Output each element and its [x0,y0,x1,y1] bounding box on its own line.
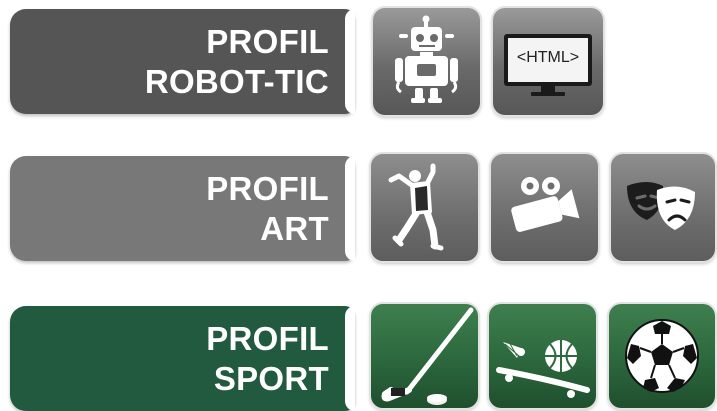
film-camera-icon [511,177,580,232]
cinema-tile[interactable] [491,154,598,261]
profile-banner-sport[interactable]: PROFIL SPORT [10,306,355,411]
profile-title-line2: ROBOT-TIC [144,62,329,100]
badminton-basketball-skateboard-icon [496,340,590,398]
profile-title-line1: PROFIL [206,22,329,60]
profile-title: PROFIL ROBOT-TIC [145,22,329,102]
hockey-stick-icon [381,307,474,405]
html-label: <HTML> [516,49,580,66]
robot-tile[interactable] [373,8,480,115]
profile-title-line2: ART [260,209,329,247]
theater-tile[interactable] [611,154,715,261]
robot-icon [395,15,458,103]
banner-notch [345,9,355,114]
profile-title: PROFIL ART [206,169,329,249]
dance-tile[interactable] [371,154,478,261]
profile-title-line1: PROFIL [206,169,329,207]
banner-notch [345,306,355,411]
sports-tile[interactable] [489,304,596,408]
profile-banner-art[interactable]: PROFIL ART [10,156,355,261]
dancer-icon [388,163,444,251]
profile-banner-robotic[interactable]: PROFIL ROBOT-TIC [10,9,355,114]
soccer-tile[interactable] [609,304,715,408]
hockey-tile[interactable] [371,304,478,408]
profile-title: PROFIL SPORT [206,319,329,399]
theater-masks-icon [627,182,695,230]
soccer-ball-icon [625,319,699,393]
html-tile[interactable]: <HTML> [493,8,603,115]
profile-title-line2: SPORT [213,359,329,397]
banner-notch [345,156,355,261]
profile-title-line1: PROFIL [206,319,329,357]
